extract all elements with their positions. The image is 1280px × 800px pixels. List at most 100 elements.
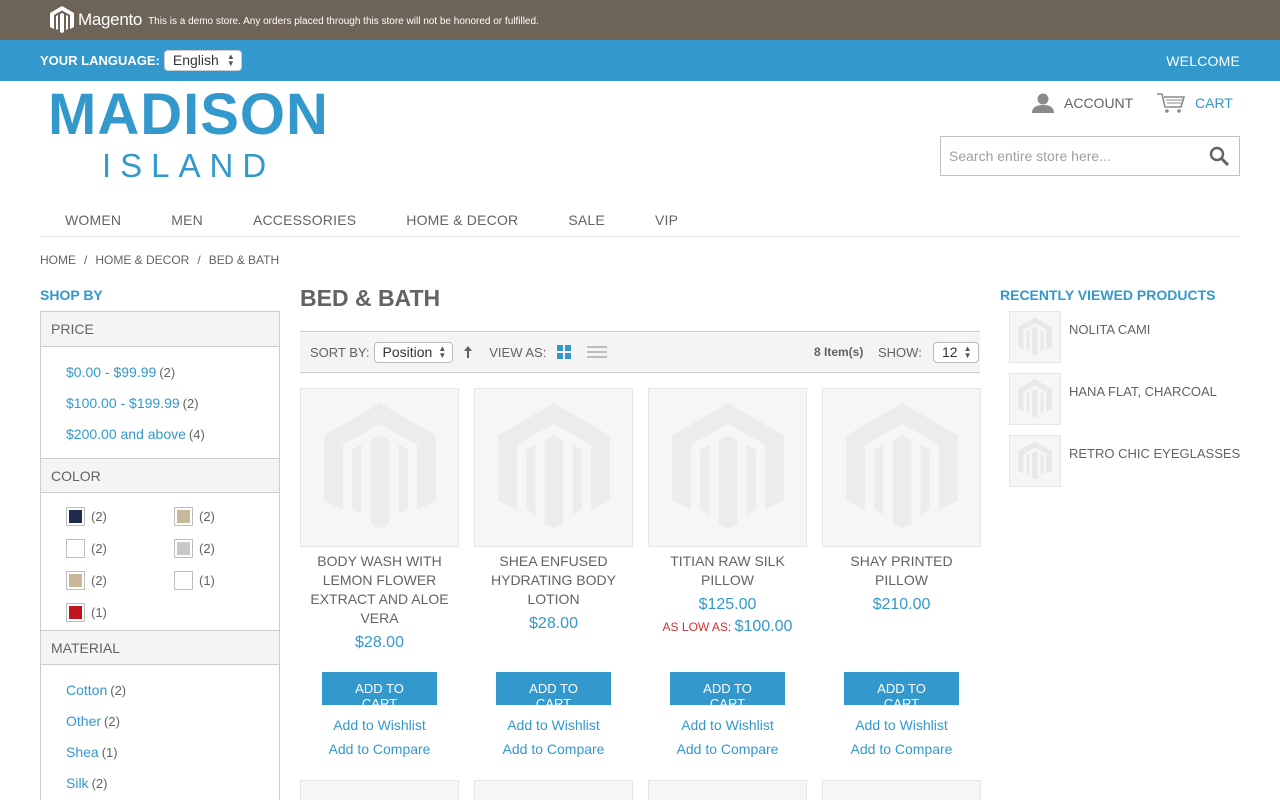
- main-nav: WOMEN MEN ACCESSORIES HOME & DECOR SALE …: [40, 204, 1240, 237]
- color-swatch-option[interactable]: (1): [66, 603, 174, 622]
- product-image[interactable]: [822, 780, 981, 800]
- filter-title-color: COLOR: [41, 458, 279, 493]
- color-swatch-option[interactable]: (1): [174, 571, 274, 590]
- color-swatch-option[interactable]: (2): [174, 539, 274, 558]
- list-view-icon[interactable]: [587, 344, 608, 360]
- add-to-wishlist-link[interactable]: Add to Wishlist: [648, 713, 807, 737]
- filter-option-count: (4): [188, 427, 205, 442]
- account-link[interactable]: ACCOUNT: [1032, 93, 1133, 113]
- add-to-compare-link[interactable]: Add to Compare: [300, 737, 459, 761]
- color-swatch: [66, 603, 85, 622]
- nav-item-vip[interactable]: VIP: [630, 204, 703, 236]
- add-to-cart-button[interactable]: ADD TO CART: [670, 672, 785, 711]
- nav-item-home-decor[interactable]: HOME & DECOR: [381, 204, 543, 236]
- search-icon[interactable]: [1209, 146, 1229, 166]
- color-swatch-option[interactable]: (2): [174, 507, 274, 526]
- nav-item-men[interactable]: MEN: [146, 204, 228, 236]
- product-name[interactable]: SHAY PRINTED PILLOW: [822, 552, 981, 590]
- search-input[interactable]: [949, 148, 1199, 164]
- sort-direction-icon[interactable]: [461, 344, 475, 360]
- product-price: $125.00: [698, 596, 757, 613]
- page-title: BED & BATH: [300, 285, 441, 311]
- sort-by-select[interactable]: Position ▲ ▼: [373, 341, 454, 363]
- breadcrumb-separator: /: [197, 253, 201, 267]
- breadcrumb-separator: /: [84, 253, 88, 267]
- product-image[interactable]: [648, 780, 807, 800]
- product-grid-row-2: [300, 780, 981, 800]
- language-label: YOUR LANGUAGE:: [40, 53, 160, 68]
- shop-by-title: SHOP BY: [40, 287, 103, 303]
- as-low-as-value: $100.00: [734, 618, 793, 635]
- filter-option-price[interactable]: $200.00 and above (4): [66, 419, 254, 450]
- color-swatch-option[interactable]: (2): [66, 571, 174, 590]
- filter-option-count: (2): [104, 714, 120, 729]
- nav-item-accessories[interactable]: ACCESSORIES: [228, 204, 381, 236]
- cart-link[interactable]: CART: [1157, 93, 1233, 113]
- filter-list-material: Cotton (2) Other (2) Shea (1) Silk (2): [41, 665, 279, 800]
- product-image[interactable]: [648, 388, 807, 547]
- product-image[interactable]: [474, 780, 633, 800]
- add-to-wishlist-link[interactable]: Add to Wishlist: [474, 713, 633, 737]
- cart-icon: [1157, 93, 1185, 113]
- product-name[interactable]: TITIAN RAW SILK PILLOW: [648, 552, 807, 590]
- magento-placeholder-icon: [497, 402, 610, 528]
- recent-product-name[interactable]: RETRO CHIC EYEGLASSES: [1069, 446, 1240, 461]
- filter-option-material[interactable]: Silk (2): [66, 768, 254, 799]
- color-swatch: [66, 571, 85, 590]
- filter-option-price[interactable]: $100.00 - $199.99 (2): [66, 388, 254, 419]
- add-to-compare-link[interactable]: Add to Compare: [474, 737, 633, 761]
- select-arrows-icon: ▲ ▼: [963, 343, 972, 360]
- recent-product-thumb[interactable]: [1009, 373, 1061, 425]
- filter-option-price[interactable]: $0.00 - $99.99 (2): [66, 357, 254, 388]
- product-item: [300, 780, 459, 800]
- add-to-cart-button[interactable]: ADD TO CART: [322, 672, 437, 711]
- product-name[interactable]: SHEA ENFUSED HYDRATING BODY LOTION: [474, 552, 633, 609]
- breadcrumb-current: BED & BATH: [208, 253, 280, 267]
- color-swatch-option[interactable]: (2): [66, 539, 174, 558]
- filter-title-price: PRICE: [41, 312, 279, 347]
- product-price: $28.00: [529, 615, 578, 632]
- product-image[interactable]: [300, 388, 459, 547]
- filter-option-material[interactable]: Other (2): [66, 706, 254, 737]
- product-item: [474, 780, 633, 800]
- nav-item-women[interactable]: WOMEN: [40, 204, 146, 236]
- site-logo[interactable]: MADISON ISLAND: [48, 83, 329, 185]
- recent-product-thumb[interactable]: [1009, 311, 1061, 363]
- add-to-cart-button[interactable]: ADD TO CART: [496, 672, 611, 711]
- filter-option-material[interactable]: Cotton (2): [66, 675, 254, 706]
- filter-option-material[interactable]: Shea (1): [66, 737, 254, 768]
- recent-product-name[interactable]: NOLITA CAMI: [1069, 322, 1150, 337]
- add-to-compare-link[interactable]: Add to Compare: [822, 737, 981, 761]
- product-image[interactable]: [300, 780, 459, 800]
- recently-viewed-item[interactable]: HANA FLAT, CHARCOAL: [1009, 373, 1249, 425]
- layered-navigation: PRICE $0.00 - $99.99 (2) $100.00 - $199.9…: [40, 311, 280, 800]
- product-item: SHAY PRINTED PILLOW $210.00 ADD TO CART …: [822, 388, 981, 768]
- account-label: ACCOUNT: [1064, 95, 1134, 111]
- recently-viewed-item[interactable]: NOLITA CAMI: [1009, 311, 1249, 363]
- recent-product-thumb[interactable]: [1009, 435, 1061, 487]
- product-name[interactable]: BODY WASH WITH LEMON FLOWER EXTRACT AND …: [300, 552, 459, 628]
- language-select[interactable]: English ▲ ▼: [163, 50, 242, 71]
- magento-placeholder-icon: [1018, 441, 1052, 480]
- magento-placeholder-icon: [323, 402, 436, 528]
- demo-notice-text: This is a demo store. Any orders placed …: [148, 15, 539, 27]
- filter-option-count: (2): [159, 365, 176, 380]
- add-to-cart-button[interactable]: ADD TO CART: [844, 672, 959, 711]
- product-image[interactable]: [474, 388, 633, 547]
- recent-product-name[interactable]: HANA FLAT, CHARCOAL: [1069, 384, 1217, 399]
- add-to-wishlist-link[interactable]: Add to Wishlist: [822, 713, 981, 737]
- add-to-compare-link[interactable]: Add to Compare: [648, 737, 807, 761]
- breadcrumb-home[interactable]: HOME: [40, 253, 76, 267]
- product-image[interactable]: [822, 388, 981, 547]
- breadcrumb-home-decor[interactable]: HOME & DECOR: [95, 253, 189, 267]
- product-item: [648, 780, 807, 800]
- color-swatch-option[interactable]: (2): [66, 507, 174, 526]
- search-box: [940, 136, 1240, 176]
- grid-view-icon[interactable]: [556, 344, 572, 360]
- filter-option-label: $100.00 - $199.99: [66, 395, 180, 411]
- product-grid: BODY WASH WITH LEMON FLOWER EXTRACT AND …: [300, 388, 981, 768]
- show-limit-select[interactable]: 12 ▲ ▼: [933, 341, 979, 363]
- recently-viewed-item[interactable]: RETRO CHIC EYEGLASSES: [1009, 435, 1249, 487]
- add-to-wishlist-link[interactable]: Add to Wishlist: [300, 713, 459, 737]
- nav-item-sale[interactable]: SALE: [543, 204, 630, 236]
